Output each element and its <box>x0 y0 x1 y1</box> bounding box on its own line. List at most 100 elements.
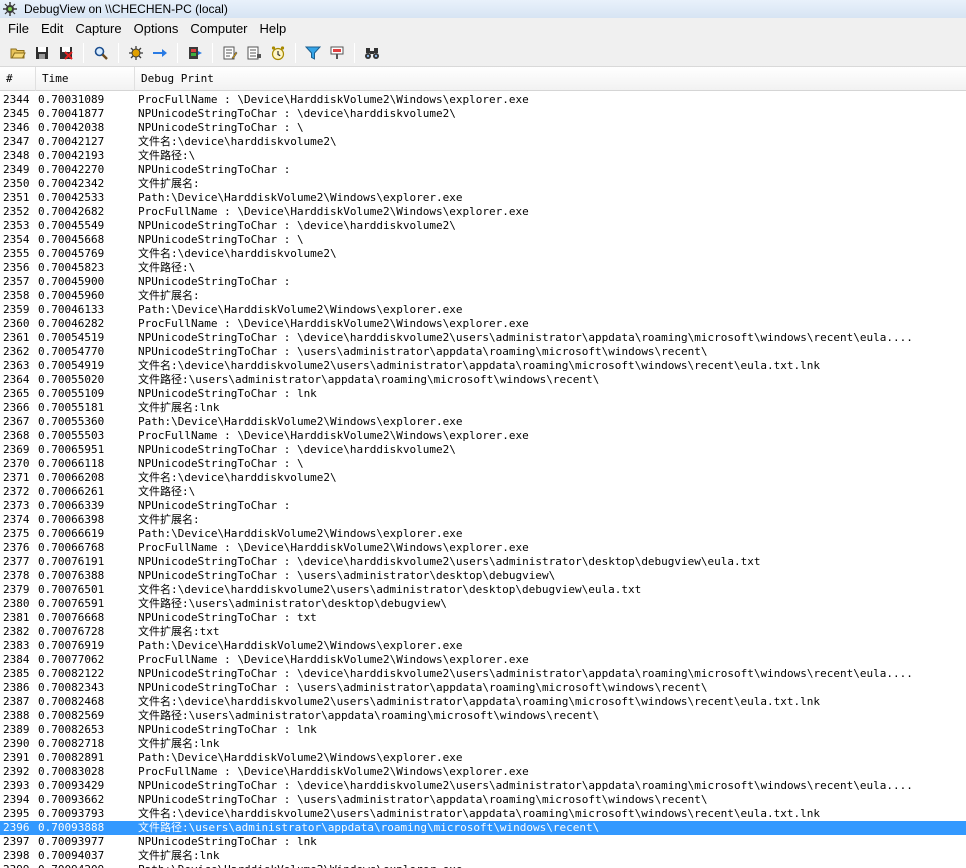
row-debug-print: NPUnicodeStringToChar : txt <box>138 611 317 624</box>
table-row[interactable]: 2355 0.70045769 文件名:\device\harddiskvolume… <box>0 247 966 261</box>
filter-icon[interactable] <box>301 41 325 65</box>
table-row[interactable]: 2371 0.70066208 文件名:\device\harddiskvolume… <box>0 471 966 485</box>
column-header-time[interactable]: Time <box>36 67 135 91</box>
row-time: 0.70076919 <box>38 639 105 652</box>
row-number: 2345 <box>3 107 30 120</box>
table-row[interactable]: 2382 0.70076728 文件扩展名:txt <box>0 625 966 639</box>
table-row[interactable]: 2357 0.70045900 NPUnicodeStringToChar : <box>0 275 966 289</box>
edit-icon[interactable] <box>218 41 242 65</box>
table-row[interactable]: 2385 0.70082122 NPUnicodeStringToChar : \d… <box>0 667 966 681</box>
clear-icon[interactable] <box>54 41 78 65</box>
table-row[interactable]: 2394 0.70093662 NPUnicodeStringToChar : \u… <box>0 793 966 807</box>
table-row[interactable]: 2375 0.70066619 Path:\Device\HarddiskVolum… <box>0 527 966 541</box>
capture-kernel-icon[interactable] <box>183 41 207 65</box>
table-row[interactable]: 2352 0.70042682 ProcFullName : \Device\Har… <box>0 205 966 219</box>
table-row[interactable]: 2349 0.70042270 NPUnicodeStringToChar : <box>0 163 966 177</box>
open-icon[interactable] <box>6 41 30 65</box>
table-row[interactable]: 2378 0.70076388 NPUnicodeStringToChar : \u… <box>0 569 966 583</box>
table-row[interactable]: 2397 0.70093977 NPUnicodeStringToChar : ln… <box>0 835 966 849</box>
row-number: 2389 <box>3 723 30 736</box>
table-row[interactable]: 23990.70094209Path:\Device\HarddiskVolum… <box>0 863 966 868</box>
row-number: 2346 <box>3 121 30 134</box>
row-time: 0.70042533 <box>38 191 105 204</box>
row-debug-print: NPUnicodeStringToChar : lnk <box>138 723 317 736</box>
table-row[interactable]: 2387 0.70082468 文件名:\device\harddiskvolume… <box>0 695 966 709</box>
row-number: 2371 <box>3 471 30 484</box>
table-row[interactable]: 2372 0.70066261 文件路径:\ <box>0 485 966 499</box>
table-row[interactable]: 2356 0.70045823 文件路径:\ <box>0 261 966 275</box>
table-row[interactable]: 2392 0.70083028 ProcFullName : \Device\Har… <box>0 765 966 779</box>
table-row[interactable]: 2391 0.70082891 Path:\Device\HarddiskVolum… <box>0 751 966 765</box>
row-time: 0.70076668 <box>38 611 105 624</box>
table-row[interactable]: 2351 0.70042533 Path:\Device\HarddiskVolum… <box>0 191 966 205</box>
table-row[interactable]: 2348 0.70042193 文件路径:\ <box>0 149 966 163</box>
table-row[interactable]: 2362 0.70054770 NPUnicodeStringToChar : \u… <box>0 345 966 359</box>
table-row[interactable]: 2364 0.70055020 文件路径:\users\administrator\… <box>0 373 966 387</box>
save-icon[interactable] <box>30 41 54 65</box>
menu-help[interactable]: Help <box>254 19 293 38</box>
table-row[interactable]: 2346 0.70042038 NPUnicodeStringToChar : \ <box>0 121 966 135</box>
table-row[interactable]: 2360 0.70046282 ProcFullName : \Device\Har… <box>0 317 966 331</box>
menu-file[interactable]: File <box>2 19 35 38</box>
row-number: 2364 <box>3 373 30 386</box>
capture-icon[interactable] <box>124 41 148 65</box>
row-number: 2379 <box>3 583 30 596</box>
timestamp-icon[interactable] <box>266 41 290 65</box>
column-header-debug-print[interactable]: Debug Print <box>135 67 966 91</box>
table-row[interactable]: 2373 0.70066339 NPUnicodeStringToChar : <box>0 499 966 513</box>
menu-edit[interactable]: Edit <box>35 19 69 38</box>
table-row[interactable]: 2386 0.70082343 NPUnicodeStringToChar : \u… <box>0 681 966 695</box>
table-row[interactable]: 2377 0.70076191 NPUnicodeStringToChar : \d… <box>0 555 966 569</box>
row-debug-print: NPUnicodeStringToChar : \users\administr… <box>138 793 708 806</box>
table-row[interactable]: 2396 0.70093888 文件路径:\users\administrator\… <box>0 821 966 835</box>
table-row[interactable]: 2383 0.70076919 Path:\Device\HarddiskVolum… <box>0 639 966 653</box>
table-row[interactable]: 2390 0.70082718 文件扩展名:lnk <box>0 737 966 751</box>
menu-options[interactable]: Options <box>128 19 185 38</box>
table-row[interactable]: 2398 0.70094037 文件扩展名:lnk <box>0 849 966 863</box>
row-time: 0.70066208 <box>38 471 105 484</box>
table-row[interactable]: 2344 0.70031089 ProcFullName : \Device\Har… <box>0 93 966 107</box>
table-row[interactable]: 2381 0.70076668 NPUnicodeStringToChar : tx… <box>0 611 966 625</box>
table-row[interactable]: 2367 0.70055360 Path:\Device\HarddiskVolum… <box>0 415 966 429</box>
arrow-icon[interactable] <box>148 41 172 65</box>
table-row[interactable]: 2366 0.70055181 文件扩展名:lnk <box>0 401 966 415</box>
row-time: 0.70042270 <box>38 163 105 176</box>
highlight-icon[interactable] <box>325 41 349 65</box>
history-icon[interactable] <box>242 41 266 65</box>
table-row[interactable]: 2347 0.70042127 文件名:\device\harddiskvolume… <box>0 135 966 149</box>
row-number: 2352 <box>3 205 30 218</box>
table-row[interactable]: 2350 0.70042342 文件扩展名: <box>0 177 966 191</box>
table-row[interactable]: 2379 0.70076501 文件名:\device\harddiskvolume… <box>0 583 966 597</box>
table-row[interactable]: 2389 0.70082653 NPUnicodeStringToChar : ln… <box>0 723 966 737</box>
table-row[interactable]: 2388 0.70082569 文件路径:\users\administrator\… <box>0 709 966 723</box>
row-time: 0.70041877 <box>38 107 105 120</box>
menu-capture[interactable]: Capture <box>69 19 127 38</box>
table-row[interactable]: 2365 0.70055109 NPUnicodeStringToChar : ln… <box>0 387 966 401</box>
table-row[interactable]: 2363 0.70054919 文件名:\device\harddiskvolume… <box>0 359 966 373</box>
row-number: 2344 <box>3 93 30 106</box>
table-row[interactable]: 2361 0.70054519 NPUnicodeStringToChar : \d… <box>0 331 966 345</box>
table-row[interactable]: 2370 0.70066118 NPUnicodeStringToChar : \ <box>0 457 966 471</box>
toolbar-separator <box>118 42 119 63</box>
debug-output-list[interactable]: # Time Debug Print 2344 0.70031089 ProcFul… <box>0 67 966 868</box>
row-time: 0.70082569 <box>38 709 105 722</box>
table-row[interactable]: 2359 0.70046133 Path:\Device\HarddiskVolum… <box>0 303 966 317</box>
column-header-number[interactable]: # <box>0 67 36 91</box>
table-row[interactable]: 2376 0.70066768 ProcFullName : \Device\Har… <box>0 541 966 555</box>
table-row[interactable]: 2354 0.70045668 NPUnicodeStringToChar : \ <box>0 233 966 247</box>
table-row[interactable]: 2369 0.70065951 NPUnicodeStringToChar : \d… <box>0 443 966 457</box>
table-row[interactable]: 2345 0.70041877 NPUnicodeStringToChar : \d… <box>0 107 966 121</box>
row-debug-print: 文件扩展名:txt <box>138 625 220 638</box>
row-number: 2365 <box>3 387 30 400</box>
table-row[interactable]: 2393 0.70093429 NPUnicodeStringToChar : \d… <box>0 779 966 793</box>
table-row[interactable]: 2353 0.70045549 NPUnicodeStringToChar : \d… <box>0 219 966 233</box>
table-row[interactable]: 2374 0.70066398 文件扩展名: <box>0 513 966 527</box>
find-icon[interactable] <box>89 41 113 65</box>
table-row[interactable]: 2380 0.70076591 文件路径:\users\administrator\… <box>0 597 966 611</box>
menu-computer[interactable]: Computer <box>184 19 253 38</box>
table-row[interactable]: 2384 0.70077062 ProcFullName : \Device\Har… <box>0 653 966 667</box>
table-row[interactable]: 2368 0.70055503 ProcFullName : \Device\Har… <box>0 429 966 443</box>
table-row[interactable]: 2395 0.70093793 文件名:\device\harddiskvolume… <box>0 807 966 821</box>
table-row[interactable]: 2358 0.70045960 文件扩展名: <box>0 289 966 303</box>
binoculars-icon[interactable] <box>360 41 384 65</box>
